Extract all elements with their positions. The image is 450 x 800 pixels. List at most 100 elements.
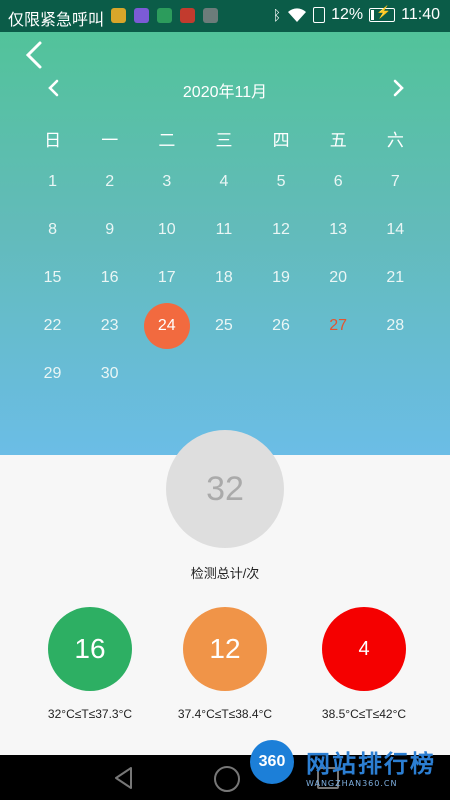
total-count: 32 [206, 469, 244, 508]
clock-time: 11:40 [401, 6, 440, 23]
total-count-circle: 32 [166, 430, 284, 548]
calendar-week-row: 1 2 3 4 5 6 7 [24, 158, 424, 206]
notification-app-icon [180, 8, 195, 23]
calendar-day[interactable]: 25 [195, 302, 252, 350]
back-arrow-icon[interactable] [20, 40, 50, 70]
nav-back-icon[interactable] [113, 766, 135, 790]
battery-charging-icon: ⚡ [369, 5, 396, 22]
calendar-day-number: 21 [386, 269, 405, 286]
calendar-day-number: 19 [272, 269, 290, 286]
calendar-day-number: 26 [272, 317, 290, 334]
calendar-week-row: 15 16 17 18 19 20 21 [24, 254, 424, 302]
calendar-day-number [315, 351, 361, 397]
bluetooth-icon: ᛒ [272, 7, 282, 23]
calendar-day-empty [138, 350, 195, 398]
notification-app-icon [134, 8, 149, 23]
calendar-week-row: 22 23 24 25 26 27 28 [24, 302, 424, 350]
normal-count-circle: 16 [48, 607, 132, 691]
calendar-day[interactable]: 14 [367, 206, 424, 254]
calendar-day[interactable]: 28 [367, 302, 424, 350]
total-count-label: 检测总计/次 [190, 566, 260, 581]
calendar-day-number [144, 351, 190, 397]
notification-app-icon [111, 8, 126, 23]
calendar-day-number: 29 [43, 365, 62, 382]
calendar-day-empty [367, 350, 424, 398]
normal-count: 16 [74, 633, 106, 664]
calendar-day-number: 7 [390, 173, 400, 190]
watermark-subtitle: WANGZHAN360.CN [306, 779, 398, 788]
calendar-day[interactable]: 9 [81, 206, 138, 254]
calendar-day-number [201, 351, 247, 397]
calendar-day[interactable]: 30 [81, 350, 138, 398]
calendar-day-number: 30 [100, 365, 119, 382]
weekday-label: 日 [44, 131, 62, 150]
calendar-day[interactable]: 6 [310, 158, 367, 206]
calendar-week-row: 29 30 [24, 350, 424, 398]
calendar-day-number: 2 [105, 173, 115, 190]
calendar-week-row: 8 9 10 11 12 13 14 [24, 206, 424, 254]
calendar-day[interactable]: 23 [81, 302, 138, 350]
calendar-day[interactable]: 18 [195, 254, 252, 302]
calendar-day[interactable]: 4 [195, 158, 252, 206]
calendar-day-empty [253, 350, 310, 398]
calendar-day[interactable]: 22 [24, 302, 81, 350]
month-title: 2020年11月 [182, 84, 268, 101]
calendar-day[interactable]: 17 [138, 254, 195, 302]
calendar-day-number: 25 [215, 317, 233, 334]
weekday-label: 四 [272, 131, 290, 150]
carrier-text: 仅限紧急呼叫 [8, 12, 105, 29]
weekday-label: 五 [329, 131, 347, 150]
calendar-header: 2020年11月 日 一 二 三 四 五 六 1 2 3 4 5 6 7 8 9 10 11 12 13… [0, 32, 450, 455]
weekday-header: 日 一 二 三 四 五 六 [24, 126, 424, 151]
high-fever-range-label: 38.5°C≤T≤42°C [321, 707, 407, 721]
status-bar: 仅限紧急呼叫 ᛒ 12% ⚡ 11:40 [0, 0, 450, 32]
calendar-day[interactable]: 5 [253, 158, 310, 206]
low-fever-count: 12 [209, 633, 241, 664]
calendar-day[interactable]: 10 [138, 206, 195, 254]
calendar-day-number: 15 [43, 269, 62, 286]
wifi-icon [288, 8, 307, 22]
calendar-day[interactable]: 26 [253, 302, 310, 350]
calendar-day[interactable]: 29 [24, 350, 81, 398]
calendar-day-number: 1 [48, 173, 58, 190]
calendar-day-number: 18 [215, 269, 233, 286]
calendar-day[interactable]: 20 [310, 254, 367, 302]
calendar-day[interactable]: 3 [138, 158, 195, 206]
watermark-logo: 360 [250, 740, 294, 784]
calendar-day-number: 24 [143, 303, 190, 349]
calendar-day-number: 22 [43, 317, 62, 334]
calendar-day[interactable]: 21 [367, 254, 424, 302]
calendar-day[interactable]: 19 [253, 254, 310, 302]
calendar-day[interactable]: 13 [310, 206, 367, 254]
weekday-label: 三 [215, 131, 233, 150]
calendar-day-selected[interactable]: 24 [138, 302, 195, 350]
calendar-day[interactable]: 8 [24, 206, 81, 254]
calendar-days-grid: 1 2 3 4 5 6 7 8 9 10 11 12 13 14 15 16 17 18 19 20 21 22 23 24 2… [24, 158, 424, 398]
next-month-icon[interactable] [386, 76, 410, 100]
calendar-day-number [372, 351, 418, 397]
notification-app-icon [203, 8, 218, 23]
calendar-day[interactable]: 12 [253, 206, 310, 254]
calendar-day-number: 16 [100, 269, 119, 286]
watermark: 360 网站排行榜 WANGZHAN360.CN [250, 740, 450, 798]
calendar-day[interactable]: 11 [195, 206, 252, 254]
calendar-day[interactable]: 2 [81, 158, 138, 206]
watermark-title: 网站排行榜 [306, 750, 436, 778]
calendar-day-number: 3 [162, 173, 172, 190]
calendar-day-number: 23 [100, 317, 119, 334]
calendar-day-number: 5 [276, 173, 286, 190]
calendar-day-number: 11 [215, 221, 233, 238]
calendar-day-number: 9 [105, 221, 115, 238]
nav-home-icon[interactable] [214, 766, 240, 792]
calendar-day[interactable]: 1 [24, 158, 81, 206]
high-fever-count-circle: 4 [322, 607, 406, 691]
calendar-day[interactable]: 15 [24, 254, 81, 302]
calendar-day-highlighted[interactable]: 27 [310, 302, 367, 350]
calendar-day-number: 8 [48, 221, 58, 238]
low-fever-count-circle: 12 [183, 607, 267, 691]
notification-app-icon [157, 8, 172, 23]
calendar-day-number: 4 [219, 173, 229, 190]
calendar-day[interactable]: 7 [367, 158, 424, 206]
calendar-day-empty [195, 350, 252, 398]
calendar-day[interactable]: 16 [81, 254, 138, 302]
